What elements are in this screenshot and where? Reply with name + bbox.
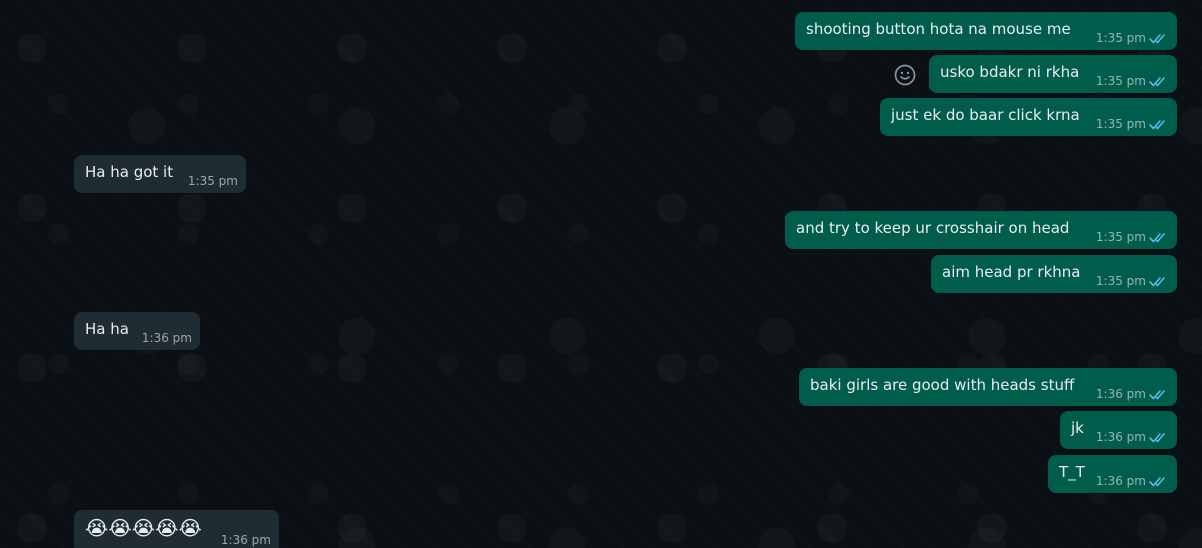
- message-text: jk: [1071, 419, 1084, 437]
- message-time: 1:35 pm: [1095, 274, 1146, 288]
- message-text: Ha ha: [85, 320, 129, 338]
- message-time: 1:35 pm: [187, 174, 238, 188]
- outgoing-message[interactable]: and try to keep ur crosshair on head 1:3…: [785, 211, 1177, 249]
- double-check-icon: [1149, 120, 1165, 130]
- outgoing-message[interactable]: jk 1:36 pm: [1060, 411, 1177, 449]
- incoming-message[interactable]: Ha ha got it 1:35 pm: [74, 155, 246, 193]
- message-time: 1:35 pm: [1095, 230, 1146, 244]
- chat-panel: shooting button hota na mouse me 1:35 pm…: [0, 0, 1202, 548]
- message-text: Ha ha got it: [85, 163, 174, 181]
- message-time: 1:36 pm: [1095, 387, 1146, 401]
- message-time: 1:36 pm: [1095, 430, 1146, 444]
- outgoing-message[interactable]: T_T 1:36 pm: [1048, 455, 1177, 493]
- double-check-icon: [1149, 77, 1165, 87]
- message-text: and try to keep ur crosshair on head: [796, 219, 1070, 237]
- message-time: 1:35 pm: [1095, 74, 1146, 88]
- outgoing-message[interactable]: just ek do baar click krna 1:35 pm: [880, 98, 1177, 136]
- double-check-icon: [1149, 390, 1165, 400]
- message-text: T_T: [1059, 463, 1085, 481]
- outgoing-message[interactable]: baki girls are good with heads stuff 1:3…: [799, 368, 1177, 406]
- message-text: usko bdakr ni rkha: [940, 63, 1080, 81]
- emoji-reaction-icon[interactable]: [893, 63, 917, 87]
- message-time: 1:36 pm: [220, 533, 271, 547]
- incoming-message[interactable]: Ha ha 1:36 pm: [74, 312, 200, 350]
- double-check-icon: [1149, 433, 1165, 443]
- double-check-icon: [1149, 277, 1165, 287]
- message-time: 1:35 pm: [1095, 31, 1146, 45]
- outgoing-message[interactable]: shooting button hota na mouse me 1:35 pm: [795, 12, 1177, 50]
- double-check-icon: [1149, 477, 1165, 487]
- incoming-message[interactable]: 😭😭😭😭😭 1:36 pm: [74, 510, 279, 548]
- outgoing-message[interactable]: usko bdakr ni rkha 1:35 pm: [929, 55, 1177, 93]
- message-text: baki girls are good with heads stuff: [810, 376, 1075, 394]
- double-check-icon: [1149, 34, 1165, 44]
- message-text: 😭😭😭😭😭: [85, 516, 202, 540]
- message-text: shooting button hota na mouse me: [806, 20, 1071, 38]
- message-text: aim head pr rkhna: [942, 263, 1081, 281]
- outgoing-message[interactable]: aim head pr rkhna 1:35 pm: [931, 255, 1177, 293]
- message-time: 1:36 pm: [1095, 474, 1146, 488]
- double-check-icon: [1149, 233, 1165, 243]
- message-time: 1:36 pm: [141, 331, 192, 345]
- message-text: just ek do baar click krna: [891, 106, 1080, 124]
- message-time: 1:35 pm: [1095, 117, 1146, 131]
